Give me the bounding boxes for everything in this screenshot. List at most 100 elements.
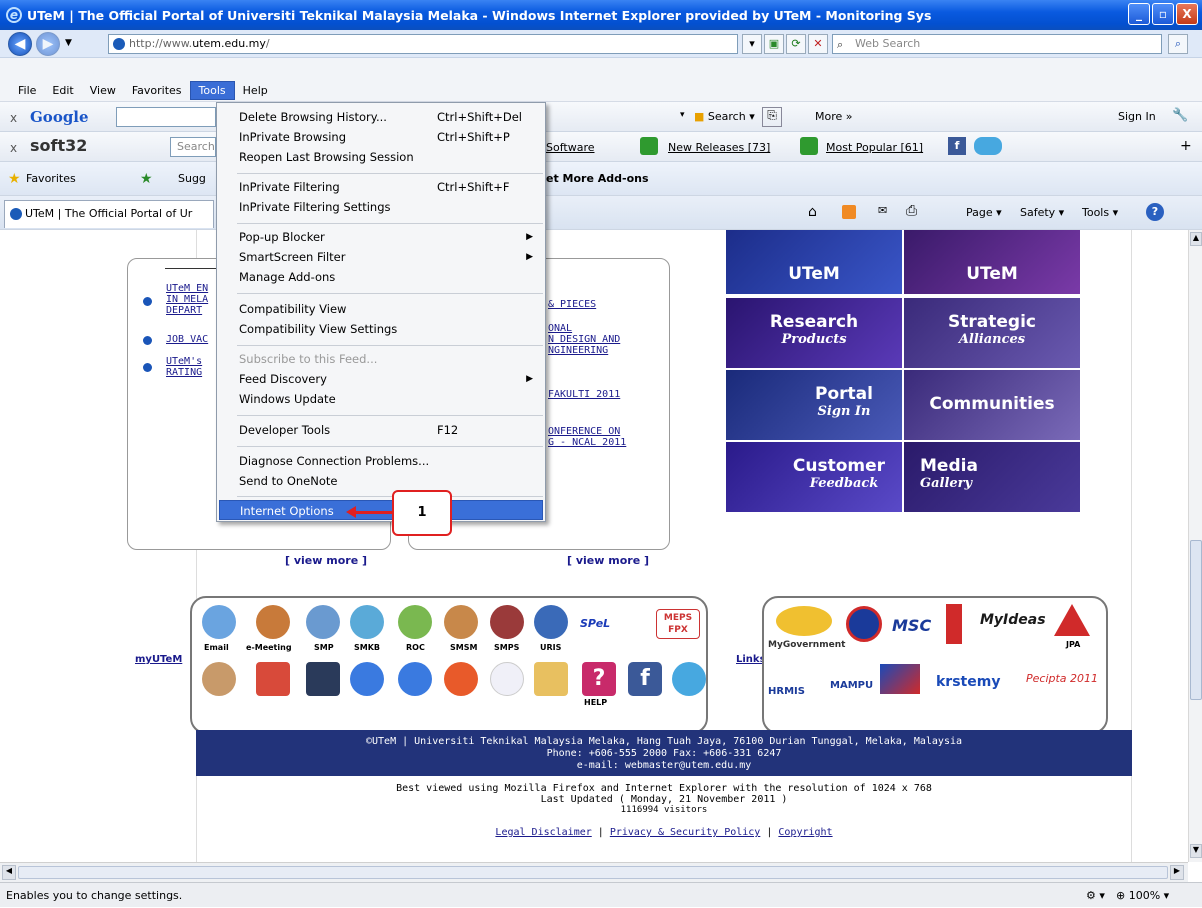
view-more-left-link[interactable]: [ view more ]	[285, 554, 367, 567]
menu-item-internet-options[interactable]: Internet Options	[219, 500, 543, 520]
web-search-input[interactable]: ⌕ Web Search	[832, 34, 1162, 54]
menu-item-feed-discovery[interactable]: Feed Discovery ▶	[219, 369, 543, 389]
menu-item-send-onenote[interactable]: Send to OneNote	[219, 471, 543, 491]
smsm-icon[interactable]	[444, 605, 478, 639]
staff-icon[interactable]	[202, 662, 236, 696]
vertical-scroll-thumb[interactable]	[1190, 540, 1202, 700]
news-link-3b[interactable]: RATING	[166, 367, 202, 379]
tools-command-menu[interactable]: Tools ▾	[1082, 206, 1118, 219]
share-icon[interactable]: ⎘	[762, 107, 782, 127]
menu-item-subscribe-feed[interactable]: Subscribe to this Feed...	[219, 349, 543, 369]
vertical-scrollbar[interactable]: ▲ ▼	[1188, 230, 1202, 862]
feeds-icon[interactable]	[842, 205, 856, 219]
add-favorites-icon[interactable]: ★	[140, 171, 153, 187]
one-malaysia-logo[interactable]	[946, 604, 962, 644]
mygovernment-logo[interactable]	[776, 606, 832, 636]
refresh-icon[interactable]: ⟳	[786, 34, 806, 54]
tile-strategic-alliances[interactable]: Strategic Alliances	[904, 298, 1080, 368]
smkb-icon[interactable]	[350, 605, 384, 639]
favorites-button[interactable]: Favorites	[26, 172, 76, 185]
menu-item-delete-history[interactable]: Delete Browsing History... Ctrl+Shift+Del	[219, 107, 543, 127]
news-right-link-4b[interactable]: G - NCAL 2011	[548, 437, 626, 449]
privacy-policy-link[interactable]: Privacy & Security Policy	[610, 827, 761, 838]
wrench-icon[interactable]: 🔧	[1172, 108, 1188, 123]
menu-item-reopen-session[interactable]: Reopen Last Browsing Session	[219, 147, 543, 167]
email-icon[interactable]	[202, 605, 236, 639]
plus-icon[interactable]: +	[1180, 138, 1192, 154]
news-link-2[interactable]: JOB VAC	[166, 334, 208, 346]
safety-menu[interactable]: Safety ▾	[1020, 206, 1064, 219]
google-search-input[interactable]	[116, 107, 216, 127]
menu-item-inprivate-browsing[interactable]: InPrivate Browsing Ctrl+Shift+P	[219, 127, 543, 147]
jpa-logo[interactable]	[1054, 604, 1090, 636]
tile-portal-sign-in[interactable]: Portal Sign In	[726, 370, 902, 440]
soft32-search-input[interactable]: Search	[170, 137, 216, 157]
print-icon[interactable]: ⎙	[906, 203, 917, 219]
address-bar[interactable]: http://www.utem.edu.my/	[108, 34, 738, 54]
close-window-button[interactable]: X	[1176, 3, 1198, 25]
google-search-dropdown-icon[interactable]: ▾	[680, 110, 685, 120]
address-dropdown-button[interactable]: ▾	[742, 34, 762, 54]
forward-button[interactable]: ▶	[36, 32, 60, 56]
mampu-logo[interactable]: MAMPU	[830, 680, 873, 691]
tile-publication-utem[interactable]: UTeM	[904, 230, 1080, 294]
zoom-control[interactable]: ⊕ 100% ▾	[1116, 883, 1169, 908]
menu-item-manage-addons[interactable]: Manage Add-ons	[219, 267, 543, 287]
menu-favorites[interactable]: Favorites	[124, 82, 190, 99]
horizontal-scroll-thumb[interactable]	[18, 866, 1168, 879]
news-link-1c[interactable]: DEPART	[166, 305, 202, 317]
menu-item-compatibility-view[interactable]: Compatibility View	[219, 299, 543, 319]
myutem-twitter-icon[interactable]	[672, 662, 706, 696]
menu-view[interactable]: View	[82, 82, 124, 99]
help-icon[interactable]: ?	[1146, 203, 1164, 221]
compatibility-view-icon[interactable]: ▣	[764, 34, 784, 54]
meps-fpx-icon[interactable]: MEPS FPX	[656, 609, 700, 639]
read-mail-icon[interactable]: ✉	[878, 204, 887, 217]
scroll-down-icon[interactable]: ▼	[1190, 844, 1202, 858]
library-icon[interactable]	[490, 662, 524, 696]
scroll-left-icon[interactable]: ◀	[2, 865, 16, 880]
twitter-icon[interactable]	[974, 137, 1002, 155]
page-menu[interactable]: Page ▾	[966, 206, 1002, 219]
history-dropdown-icon[interactable]: ▼	[65, 38, 72, 48]
pecipta-logo[interactable]: Pecipta 2011	[1026, 672, 1098, 685]
institut-logo[interactable]	[880, 664, 920, 694]
menu-item-inprivate-filtering[interactable]: InPrivate Filtering Ctrl+Shift+F	[219, 177, 543, 197]
help-question-icon[interactable]: ?	[582, 662, 616, 696]
copyright-link[interactable]: Copyright	[778, 827, 832, 838]
menu-item-inprivate-filtering-settings[interactable]: InPrivate Filtering Settings	[219, 197, 543, 217]
suggested-sites-link[interactable]: Sugg	[178, 172, 206, 185]
e-meeting-icon[interactable]	[256, 605, 290, 639]
fire-icon[interactable]	[444, 662, 478, 696]
tile-customer-feedback[interactable]: Customer Feedback	[726, 442, 902, 512]
krstemy-logo[interactable]: krstemy	[936, 674, 1000, 690]
new-releases-link[interactable]: New Releases [73]	[668, 141, 770, 154]
tab-utem[interactable]: UTeM | The Official Portal of Ur	[4, 200, 214, 228]
menu-item-windows-update[interactable]: Windows Update	[219, 389, 543, 409]
tile-vc-utem[interactable]: UTeM	[726, 230, 902, 294]
smps-icon[interactable]	[490, 605, 524, 639]
certificate-icon[interactable]	[256, 662, 290, 696]
msc-logo[interactable]: MSC	[892, 616, 931, 635]
tile-media-gallery[interactable]: Media Gallery	[904, 442, 1080, 512]
myutem-label[interactable]: myUTeM	[135, 654, 182, 665]
soft32-software-link[interactable]: Software	[546, 141, 595, 154]
view-more-right-link[interactable]: [ view more ]	[567, 554, 649, 567]
scroll-up-icon[interactable]: ▲	[1190, 232, 1202, 246]
horizontal-scrollbar[interactable]: ◀ ▶	[0, 862, 1188, 882]
mobile-icon[interactable]	[398, 662, 432, 696]
facebook-icon[interactable]: f	[948, 137, 966, 155]
myideas-logo[interactable]: MyIdeas	[980, 612, 1046, 628]
security-zone-icon[interactable]: ⚙ ▾	[1086, 883, 1105, 908]
tile-research-products[interactable]: Research Products	[726, 298, 902, 368]
google-more-link[interactable]: More »	[815, 110, 853, 123]
stop-icon[interactable]: ✕	[808, 34, 828, 54]
menu-file[interactable]: File	[10, 82, 44, 99]
tools-circle-icon[interactable]	[350, 662, 384, 696]
news-right-link-2c[interactable]: NGINEERING	[548, 345, 608, 357]
home-icon[interactable]: ⌂	[808, 204, 817, 220]
google-sign-in[interactable]: Sign In	[1118, 110, 1156, 123]
menu-item-compatibility-settings[interactable]: Compatibility View Settings	[219, 319, 543, 339]
malaysia-logo[interactable]	[846, 606, 882, 642]
menu-item-diagnose-connection[interactable]: Diagnose Connection Problems...	[219, 451, 543, 471]
